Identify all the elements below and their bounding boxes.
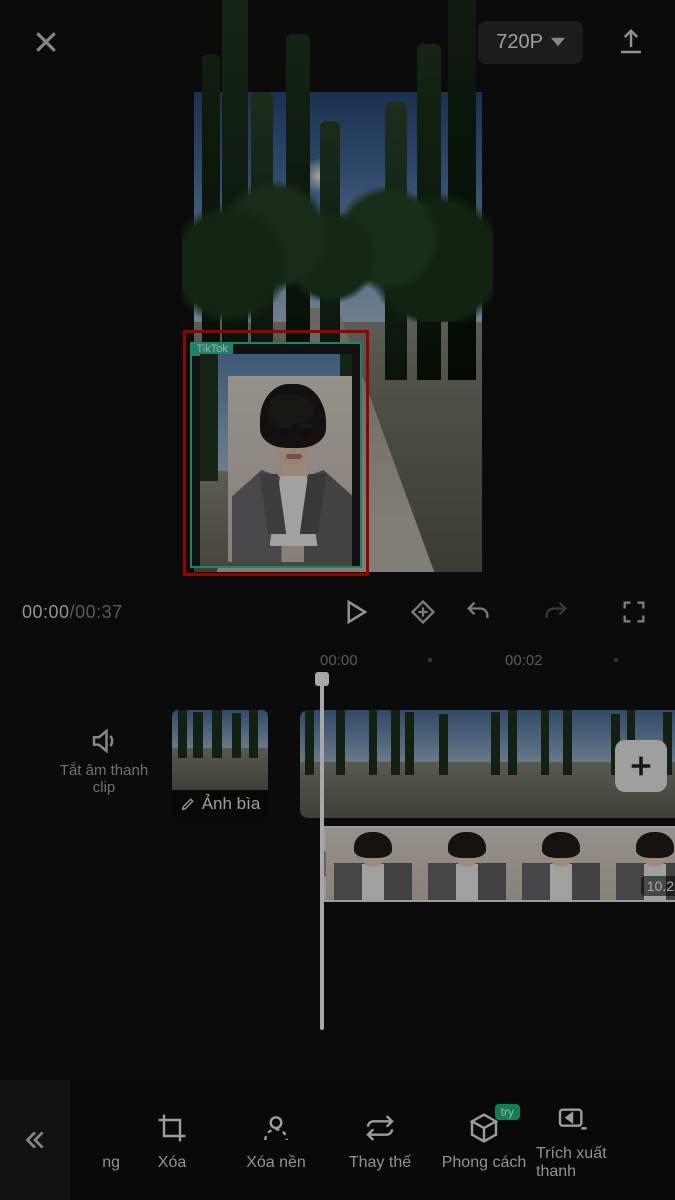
tool-label-line1: Trích xuất (536, 1145, 608, 1163)
playhead[interactable] (320, 680, 324, 1030)
bottom-toolbar: ng Xóa Xóa nền Thay thế try Phong cách T… (0, 1080, 675, 1200)
tool-label: Xóa (120, 1154, 224, 1172)
track-frame (326, 828, 420, 900)
track-frame (472, 710, 558, 818)
time-ruler[interactable]: 00:00 00:02 (0, 640, 675, 680)
tool-label: Phong cách (432, 1154, 536, 1172)
track-frame (420, 828, 514, 900)
cover-label-text: Ảnh bìa (202, 794, 261, 814)
add-clip-button[interactable] (615, 740, 667, 792)
keyframe-button[interactable] (400, 589, 446, 635)
resolution-dropdown[interactable]: 720P (478, 21, 583, 64)
fullscreen-icon (620, 598, 648, 626)
overlay-track-clip[interactable]: 10.2s (320, 826, 675, 902)
close-button[interactable] (24, 20, 68, 64)
mute-label-line2: clip (50, 779, 158, 796)
plus-icon (627, 752, 655, 780)
repeat-icon (364, 1112, 396, 1144)
speaker-icon (89, 726, 119, 756)
export-button[interactable] (611, 22, 651, 62)
fullscreen-button[interactable] (611, 589, 657, 635)
tool-label: Thay thế (328, 1154, 432, 1172)
try-badge: try (495, 1104, 520, 1120)
overlay-portrait (228, 376, 352, 562)
overlay-clip-selection[interactable]: TikTok (190, 342, 362, 568)
preview-area[interactable]: TikTok (0, 84, 675, 584)
pencil-icon (180, 796, 196, 812)
extract-audio-icon (556, 1103, 588, 1135)
track-frame (300, 710, 386, 818)
tool-delete[interactable]: Xóa (120, 1108, 224, 1172)
close-icon (31, 27, 61, 57)
preview-canvas[interactable]: TikTok (194, 92, 482, 572)
play-button[interactable] (332, 589, 378, 635)
toolbar-back-button[interactable] (0, 1080, 70, 1200)
tool-extract-audio[interactable]: Trích xuất thanh (536, 1099, 608, 1181)
mute-clip-audio-button[interactable]: Tắt âm thanh clip (50, 726, 158, 796)
tool-label: Xóa nền (224, 1154, 328, 1172)
redo-icon (542, 598, 570, 626)
ruler-dot (614, 658, 618, 662)
tool-label: ng (76, 1154, 120, 1172)
ruler-tick-1: 00:02 (505, 652, 543, 669)
diamond-plus-icon (409, 598, 437, 626)
overlay-duration-badge: 10.2s (641, 876, 675, 896)
cover-image-button[interactable]: Ảnh bìa (172, 710, 268, 818)
ruler-dot (428, 658, 432, 662)
track-frame (386, 710, 472, 818)
tool-partial-left[interactable]: ng (76, 1108, 120, 1172)
chevrons-left-icon (22, 1127, 48, 1153)
undo-button[interactable] (455, 589, 501, 635)
undo-icon (464, 598, 492, 626)
timeline[interactable]: Tắt âm thanh clip Ảnh bìa 10.2s (0, 686, 675, 986)
person-cutout-icon (260, 1112, 292, 1144)
resolution-label: 720P (496, 31, 543, 54)
track-frame (514, 828, 608, 900)
tool-remove-bg[interactable]: Xóa nền (224, 1108, 328, 1172)
redo-button[interactable] (533, 589, 579, 635)
tool-replace[interactable]: Thay thế (328, 1108, 432, 1172)
export-icon (616, 27, 646, 57)
mute-label-line1: Tắt âm thanh (50, 762, 158, 779)
time-current: 00:00 (22, 602, 70, 622)
tool-label-line2: thanh (536, 1163, 608, 1181)
ruler-tick-0: 00:00 (320, 652, 358, 669)
tool-style[interactable]: try Phong cách (432, 1108, 536, 1172)
chevron-down-icon (551, 35, 565, 49)
time-display: 00:00/00:37 (22, 602, 123, 623)
crop-icon (156, 1112, 188, 1144)
time-total: 00:37 (75, 602, 123, 622)
play-icon (340, 597, 370, 627)
